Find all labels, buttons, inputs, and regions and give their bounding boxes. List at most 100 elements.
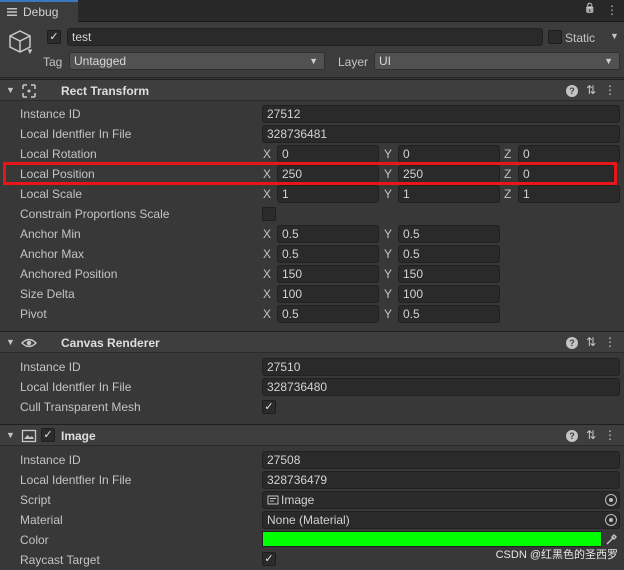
component-title: Image bbox=[61, 429, 96, 443]
scale-z-field[interactable]: 1 bbox=[518, 185, 620, 203]
anchor-min-y-field[interactable]: 0.5 bbox=[398, 225, 500, 243]
object-name-input[interactable]: test bbox=[67, 28, 543, 46]
help-icon[interactable]: ? bbox=[565, 85, 578, 97]
z-axis-label: Z bbox=[504, 147, 512, 161]
field-label: Anchored Position bbox=[20, 267, 118, 281]
tag-dropdown[interactable]: Untagged ▼ bbox=[69, 52, 325, 70]
size-delta-x-field[interactable]: 100 bbox=[277, 285, 379, 303]
more-vert-icon[interactable]: ⋮ bbox=[604, 83, 616, 97]
rotation-x-field[interactable]: 0 bbox=[277, 145, 379, 163]
scale-y-field[interactable]: 1 bbox=[398, 185, 500, 203]
static-dropdown-arrow[interactable]: ▼ bbox=[610, 31, 619, 41]
size-delta-row: Size Delta X 100 Y 100 bbox=[0, 284, 624, 304]
field-label: Instance ID bbox=[20, 453, 81, 467]
chevron-down-icon: ▼ bbox=[604, 56, 613, 66]
fold-arrow-icon[interactable]: ▼ bbox=[6, 337, 15, 347]
field-label: Constrain Proportions Scale bbox=[20, 207, 170, 221]
cull-checkbox[interactable]: ✓ bbox=[262, 400, 276, 414]
fold-arrow-icon[interactable]: ▼ bbox=[6, 85, 15, 95]
rect-transform-icon bbox=[22, 84, 36, 98]
x-axis-label: X bbox=[263, 287, 272, 301]
scale-x-field[interactable]: 1 bbox=[277, 185, 379, 203]
rotation-y-field[interactable]: 0 bbox=[398, 145, 500, 163]
help-icon[interactable]: ? bbox=[565, 337, 578, 349]
more-vert-icon[interactable]: ⋮ bbox=[604, 428, 616, 442]
layer-dropdown[interactable]: UI ▼ bbox=[374, 52, 620, 70]
y-axis-label: Y bbox=[384, 227, 393, 241]
field-label: Cull Transparent Mesh bbox=[20, 400, 141, 414]
presets-icon[interactable]: ⇅ bbox=[586, 335, 596, 349]
layer-value: UI bbox=[379, 54, 391, 68]
raycast-checkbox[interactable]: ✓ bbox=[262, 552, 276, 566]
active-checkbox[interactable]: ✓ bbox=[47, 30, 61, 44]
x-axis-label: X bbox=[263, 267, 272, 281]
y-axis-label: Y bbox=[384, 187, 393, 201]
y-axis-label: Y bbox=[384, 287, 393, 301]
image-enabled-checkbox[interactable]: ✓ bbox=[41, 428, 55, 442]
local-id-field[interactable]: 328736481 bbox=[262, 125, 620, 143]
color-swatch[interactable] bbox=[262, 531, 602, 547]
material-value: None (Material) bbox=[267, 513, 350, 527]
constrain-checkbox[interactable] bbox=[262, 207, 276, 221]
field-label: Local Identfier In File bbox=[20, 127, 132, 141]
fold-arrow-icon[interactable]: ▼ bbox=[6, 430, 15, 440]
script-field[interactable]: Image bbox=[262, 491, 620, 509]
anchor-max-y-field[interactable]: 0.5 bbox=[398, 245, 500, 263]
more-vert-icon[interactable]: ⋮ bbox=[606, 3, 618, 17]
anchor-min-row: Anchor Min X 0.5 Y 0.5 bbox=[0, 224, 624, 244]
pivot-x-field[interactable]: 0.5 bbox=[277, 305, 379, 323]
tab-debug[interactable]: Debug bbox=[0, 0, 78, 22]
anchored-pos-x-field[interactable]: 150 bbox=[277, 265, 379, 283]
instance-id-field[interactable]: 27510 bbox=[262, 358, 620, 376]
more-vert-icon[interactable]: ⋮ bbox=[604, 335, 616, 349]
y-axis-label: Y bbox=[384, 307, 393, 321]
eyedropper-icon[interactable] bbox=[605, 533, 618, 546]
eye-icon bbox=[21, 338, 37, 348]
size-delta-y-field[interactable]: 100 bbox=[398, 285, 500, 303]
anchor-max-row: Anchor Max X 0.5 Y 0.5 bbox=[0, 244, 624, 264]
script-row: Script Image bbox=[0, 490, 624, 510]
anchor-min-x-field[interactable]: 0.5 bbox=[277, 225, 379, 243]
instance-id-field[interactable]: 27508 bbox=[262, 451, 620, 469]
instance-id-field[interactable]: 27512 bbox=[262, 105, 620, 123]
x-axis-label: X bbox=[263, 227, 272, 241]
material-field[interactable]: None (Material) bbox=[262, 511, 620, 529]
help-icon[interactable]: ? bbox=[565, 430, 578, 442]
y-axis-label: Y bbox=[384, 247, 393, 261]
static-checkbox[interactable] bbox=[548, 30, 562, 44]
check-icon: ✓ bbox=[264, 400, 274, 413]
object-picker-icon[interactable] bbox=[605, 514, 617, 526]
rect-transform-header[interactable]: ▼ Rect Transform ? ⇅ ⋮ bbox=[0, 79, 624, 101]
canvas-renderer-header[interactable]: ▼ Canvas Renderer ? ⇅ ⋮ bbox=[0, 331, 624, 353]
local-id-field[interactable]: 328736480 bbox=[262, 378, 620, 396]
field-label: Pivot bbox=[20, 307, 47, 321]
pivot-row: Pivot X 0.5 Y 0.5 bbox=[0, 304, 624, 324]
presets-icon[interactable]: ⇅ bbox=[586, 83, 596, 97]
z-axis-label: Z bbox=[504, 187, 512, 201]
image-header[interactable]: ▼ ✓ Image ? ⇅ ⋮ bbox=[0, 424, 624, 446]
lock-icon[interactable]: 🔒 bbox=[584, 3, 596, 17]
rotation-z-field[interactable]: 0 bbox=[518, 145, 620, 163]
tab-label: Debug bbox=[23, 5, 59, 19]
local-id-field[interactable]: 328736479 bbox=[262, 471, 620, 489]
cull-row: Cull Transparent Mesh ✓ bbox=[0, 397, 624, 417]
local-scale-row: Local Scale X 1 Y 1 Z 1 bbox=[0, 184, 624, 204]
anchored-position-row: Anchored Position X 150 Y 150 bbox=[0, 264, 624, 284]
local-id-row: Local Identfier In File 328736479 bbox=[0, 470, 624, 490]
presets-icon[interactable]: ⇅ bbox=[586, 428, 596, 442]
instance-id-row: Instance ID 27512 bbox=[0, 104, 624, 124]
object-picker-icon[interactable] bbox=[605, 494, 617, 506]
local-rotation-row: Local Rotation X 0 Y 0 Z 0 bbox=[0, 144, 624, 164]
pivot-y-field[interactable]: 0.5 bbox=[398, 305, 500, 323]
x-axis-label: X bbox=[263, 307, 272, 321]
field-label: Anchor Min bbox=[20, 227, 81, 241]
script-value: Image bbox=[281, 493, 315, 507]
tag-label: Tag bbox=[43, 55, 63, 69]
anchor-max-x-field[interactable]: 0.5 bbox=[277, 245, 379, 263]
check-icon: ✓ bbox=[264, 552, 274, 565]
gameobject-header: ▼ ✓ test Static ▼ Tag Untagged ▼ Layer UI… bbox=[0, 22, 624, 78]
local-id-row: Local Identfier In File 328736481 bbox=[0, 124, 624, 144]
icon-dropdown-arrow[interactable]: ▼ bbox=[26, 47, 34, 56]
anchored-pos-y-field[interactable]: 150 bbox=[398, 265, 500, 283]
field-label: Size Delta bbox=[20, 287, 75, 301]
